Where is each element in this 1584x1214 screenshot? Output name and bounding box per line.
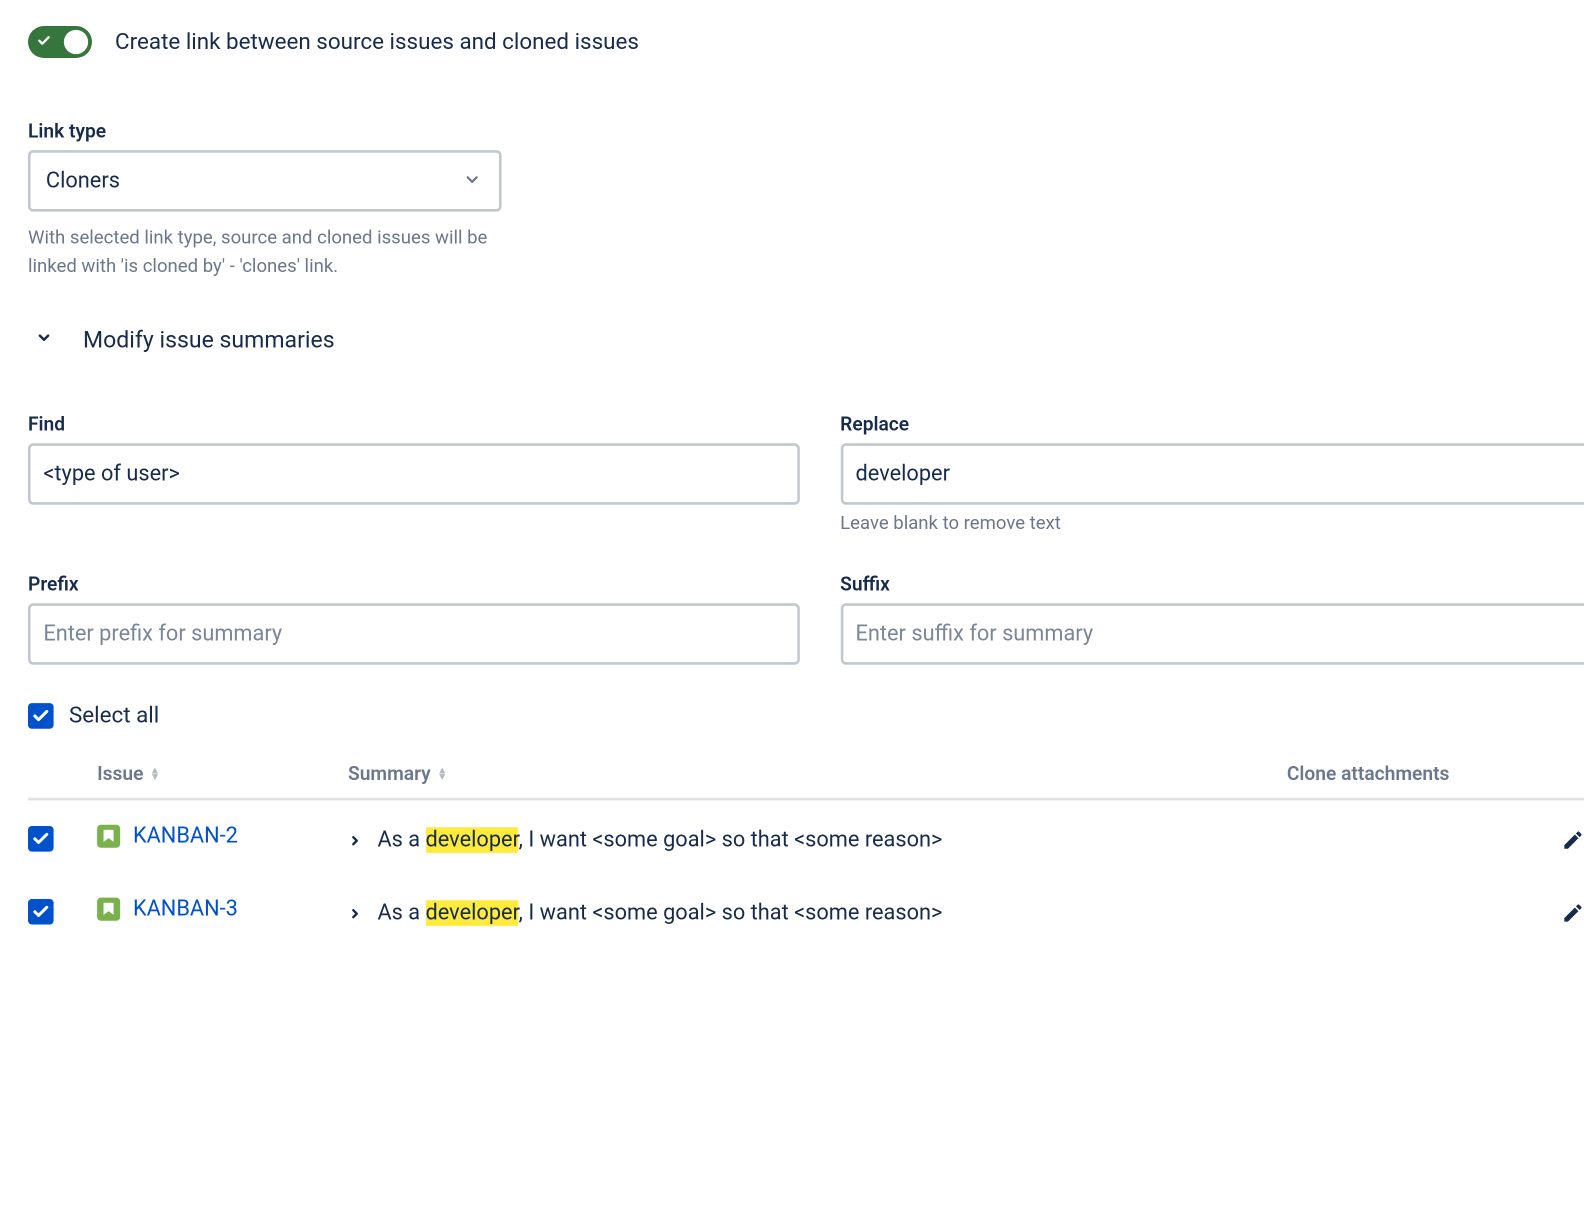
replace-input[interactable] — [840, 443, 1584, 504]
row-checkbox[interactable] — [28, 898, 54, 924]
find-input[interactable] — [28, 443, 799, 504]
modify-summaries-title: Modify issue summaries — [83, 326, 335, 353]
issue-key-link[interactable]: KANBAN-3 — [133, 896, 238, 922]
header-summary[interactable]: Summary ▲▼ — [348, 761, 1202, 784]
suffix-input[interactable] — [840, 603, 1584, 664]
link-type-label: Link type — [28, 119, 1584, 142]
header-issue[interactable]: Issue ▲▼ — [97, 761, 348, 784]
toggle-knob — [64, 30, 88, 54]
chevron-down-icon — [463, 167, 481, 194]
chevron-down-icon — [36, 329, 53, 351]
issue-table: Issue ▲▼ Summary ▲▼ Clone attachments KA… — [28, 751, 1584, 946]
issue-key-link[interactable]: KANBAN-2 — [133, 823, 238, 849]
create-link-toggle-label: Create link between source issues and cl… — [115, 29, 639, 55]
suffix-label: Suffix — [840, 572, 1584, 595]
summary-text: As a developer, I want <some goal> so th… — [377, 896, 942, 930]
replace-label: Replace — [840, 412, 1584, 435]
table-row: KANBAN-3 As a developer, I want <some goa… — [28, 873, 1584, 946]
link-type-help: With selected link type, source and clon… — [28, 224, 502, 280]
row-checkbox[interactable] — [28, 825, 54, 851]
check-icon — [37, 33, 51, 51]
link-type-value: Cloners — [46, 168, 120, 194]
story-icon — [97, 824, 120, 847]
link-type-select[interactable]: Cloners — [28, 150, 502, 211]
modify-summaries-toggle[interactable]: Modify issue summaries — [28, 326, 1584, 353]
replace-help: Leave blank to remove text — [840, 512, 1584, 534]
expand-summary-chevron[interactable] — [348, 902, 362, 930]
edit-icon[interactable] — [1561, 901, 1584, 930]
sort-icon: ▲▼ — [437, 766, 447, 779]
table-header: Issue ▲▼ Summary ▲▼ Clone attachments — [28, 751, 1584, 800]
expand-summary-chevron[interactable] — [348, 829, 362, 857]
sort-icon: ▲▼ — [150, 766, 160, 779]
summary-text: As a developer, I want <some goal> so th… — [377, 823, 942, 857]
create-link-toggle[interactable] — [28, 26, 92, 58]
header-clone-attachments: Clone attachments — [1202, 761, 1535, 784]
prefix-input[interactable] — [28, 603, 799, 664]
prefix-label: Prefix — [28, 572, 799, 595]
table-row: KANBAN-2 As a developer, I want <some goa… — [28, 800, 1584, 873]
select-all-checkbox[interactable] — [28, 702, 54, 728]
find-label: Find — [28, 412, 799, 435]
select-all-label: Select all — [69, 702, 159, 728]
story-icon — [97, 897, 120, 920]
edit-icon[interactable] — [1561, 828, 1584, 857]
